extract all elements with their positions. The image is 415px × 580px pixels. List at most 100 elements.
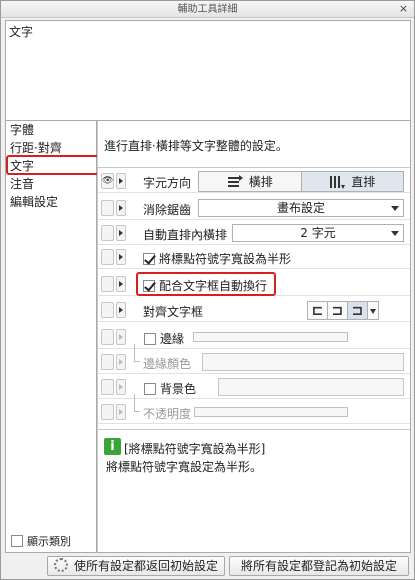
- row-half-width-punct: 將標點符號字寬設為半形: [98, 245, 410, 269]
- eye-icon[interactable]: [101, 329, 114, 345]
- border-width-slider[interactable]: [193, 332, 348, 342]
- reset-all-label: 使所有設定都返回初始設定: [73, 559, 218, 573]
- auto-wrap-checkbox[interactable]: [143, 279, 155, 292]
- horizontal-option[interactable]: 橫排: [199, 172, 301, 191]
- row-char-direction: 👁 字元方向 橫排 直排: [98, 169, 410, 193]
- horizontal-text-icon: [227, 174, 243, 187]
- border-checkbox[interactable]: [144, 332, 156, 345]
- expand-arrow-icon[interactable]: [116, 379, 126, 395]
- eye-icon[interactable]: [101, 225, 114, 241]
- border-label: 邊緣: [160, 332, 185, 346]
- category-item-edit-settings[interactable]: 編輯設定: [6, 193, 96, 211]
- expand-arrow-icon[interactable]: [116, 200, 126, 216]
- chevron-down-icon: [391, 231, 399, 236]
- expand-arrow-icon[interactable]: [116, 329, 126, 345]
- window-title: 輔助工具詳細: [177, 4, 238, 15]
- border-color-field[interactable]: [202, 353, 404, 371]
- row-auto-tate-chu-yoko: 自動直排內橫排 2 字元: [98, 221, 410, 245]
- divider: [98, 167, 410, 168]
- category-label: 字體: [10, 123, 35, 137]
- eye-icon[interactable]: [101, 302, 114, 318]
- vertical-text-icon: [330, 175, 346, 189]
- background-color-field[interactable]: [218, 378, 404, 396]
- tree-connector: [134, 344, 140, 362]
- preview-panel: 文字: [5, 20, 411, 121]
- row-background: 背景色: [98, 375, 410, 399]
- expand-arrow-icon[interactable]: [116, 354, 126, 370]
- opacity-slider[interactable]: [194, 407, 348, 417]
- category-item-text[interactable]: 文字: [6, 157, 96, 175]
- eye-icon[interactable]: [101, 249, 114, 265]
- row-border: 邊緣: [98, 325, 410, 349]
- row-align-frame: 對齊文字框 ⊏ ⊐ ⊐: [98, 298, 410, 322]
- eye-icon[interactable]: [101, 379, 114, 395]
- align-left-icon[interactable]: ⊏: [307, 301, 328, 320]
- auto-tate-chu-yoko-label: 自動直排內橫排: [143, 228, 228, 242]
- eye-icon[interactable]: [101, 404, 114, 420]
- align-frame-label: 對齊文字框: [143, 305, 204, 319]
- category-item-font[interactable]: 字體: [6, 121, 96, 139]
- eye-icon[interactable]: [101, 354, 114, 370]
- antialiasing-dropdown[interactable]: 畫布設定: [198, 199, 404, 217]
- align-center-icon[interactable]: ⊐: [327, 301, 348, 320]
- half-width-punct-checkbox[interactable]: [143, 252, 155, 265]
- show-class-checkbox[interactable]: [11, 535, 23, 547]
- category-label: 編輯設定: [10, 195, 59, 209]
- horizontal-option-label: 橫排: [248, 175, 273, 189]
- align-right-icon[interactable]: ⊐: [347, 301, 368, 320]
- info-panel: i [將標點符號字寬設為半形] 將標點符號字寬設定為半形。: [98, 429, 410, 552]
- category-list: 字體 行距·對齊 文字 注音 編輯設定 顯示類別: [5, 121, 99, 553]
- show-class-toggle[interactable]: 顯示類別: [11, 533, 71, 549]
- expand-arrow-icon[interactable]: [116, 225, 126, 241]
- settings-panel: 進行直排·橫排等文字整體的設定。 👁 字元方向 橫排 直排 消除鋸齒 畫布設定 …: [97, 121, 411, 553]
- row-antialiasing: 消除鋸齒 畫布設定: [98, 196, 410, 220]
- category-label: 行距·對齊: [10, 141, 62, 155]
- vertical-option[interactable]: 直排: [300, 172, 403, 191]
- tree-connector: [134, 394, 140, 412]
- char-direction-label: 字元方向: [143, 176, 192, 190]
- row-auto-wrap: 配合文字框自動換行: [98, 272, 410, 296]
- chevron-down-icon: [391, 206, 399, 211]
- register-all-label: 將所有設定都登記為初始設定: [240, 559, 397, 573]
- background-toggle[interactable]: 背景色: [144, 380, 196, 397]
- category-label: 注音: [10, 177, 35, 191]
- row-opacity: 不透明度: [98, 394, 410, 424]
- align-frame-buttons: ⊏ ⊐ ⊐: [307, 301, 379, 320]
- category-item-ruby[interactable]: 注音: [6, 175, 96, 193]
- register-all-button[interactable]: 將所有設定都登記為初始設定: [229, 556, 409, 576]
- reset-all-button[interactable]: 使所有設定都返回初始設定: [47, 556, 225, 576]
- opacity-label: 不透明度: [143, 407, 192, 421]
- sub-tool-detail-window: 輔助工具詳細 × 文字 字體 行距·對齊 文字 注音 編輯設定 顯示類別 進行直…: [0, 0, 415, 580]
- auto-wrap-label: 配合文字框自動換行: [159, 279, 268, 293]
- info-icon: i: [104, 438, 121, 455]
- expand-arrow-icon[interactable]: [116, 249, 126, 265]
- reset-icon: [53, 558, 68, 572]
- eye-icon[interactable]: [101, 200, 114, 216]
- vertical-option-label: 直排: [351, 175, 376, 189]
- category-label: 文字: [10, 159, 35, 173]
- row-border-color: 邊緣顏色: [98, 344, 410, 374]
- half-width-punct-label: 將標點符號字寬設為半形: [159, 252, 292, 266]
- border-toggle[interactable]: 邊緣: [144, 330, 184, 347]
- expand-arrow-icon[interactable]: [116, 276, 126, 292]
- antialiasing-label: 消除鋸齒: [143, 203, 192, 217]
- auto-tate-chu-yoko-dropdown[interactable]: 2 字元: [232, 224, 404, 242]
- eye-icon[interactable]: 👁: [101, 173, 114, 189]
- category-description: 進行直排·橫排等文字整體的設定。: [104, 139, 288, 153]
- half-width-punct-toggle[interactable]: 將標點符號字寬設為半形: [143, 250, 291, 267]
- category-item-spacing-align[interactable]: 行距·對齊: [6, 139, 96, 157]
- antialiasing-value: 畫布設定: [276, 201, 325, 215]
- background-label: 背景色: [160, 382, 197, 396]
- close-button[interactable]: ×: [397, 3, 410, 16]
- background-checkbox[interactable]: [144, 382, 156, 395]
- info-title: [將標點符號字寬設為半形]: [124, 442, 266, 456]
- expand-arrow-icon[interactable]: [116, 173, 126, 189]
- align-dropdown-button[interactable]: [367, 301, 379, 320]
- border-color-label: 邊緣顏色: [143, 357, 192, 371]
- auto-wrap-toggle[interactable]: 配合文字框自動換行: [143, 277, 267, 294]
- expand-arrow-icon[interactable]: [116, 302, 126, 318]
- eye-icon[interactable]: [101, 276, 114, 292]
- expand-arrow-icon[interactable]: [116, 404, 126, 420]
- show-class-label: 顯示類別: [27, 535, 71, 548]
- title-bar[interactable]: 輔助工具詳細 ×: [1, 1, 414, 18]
